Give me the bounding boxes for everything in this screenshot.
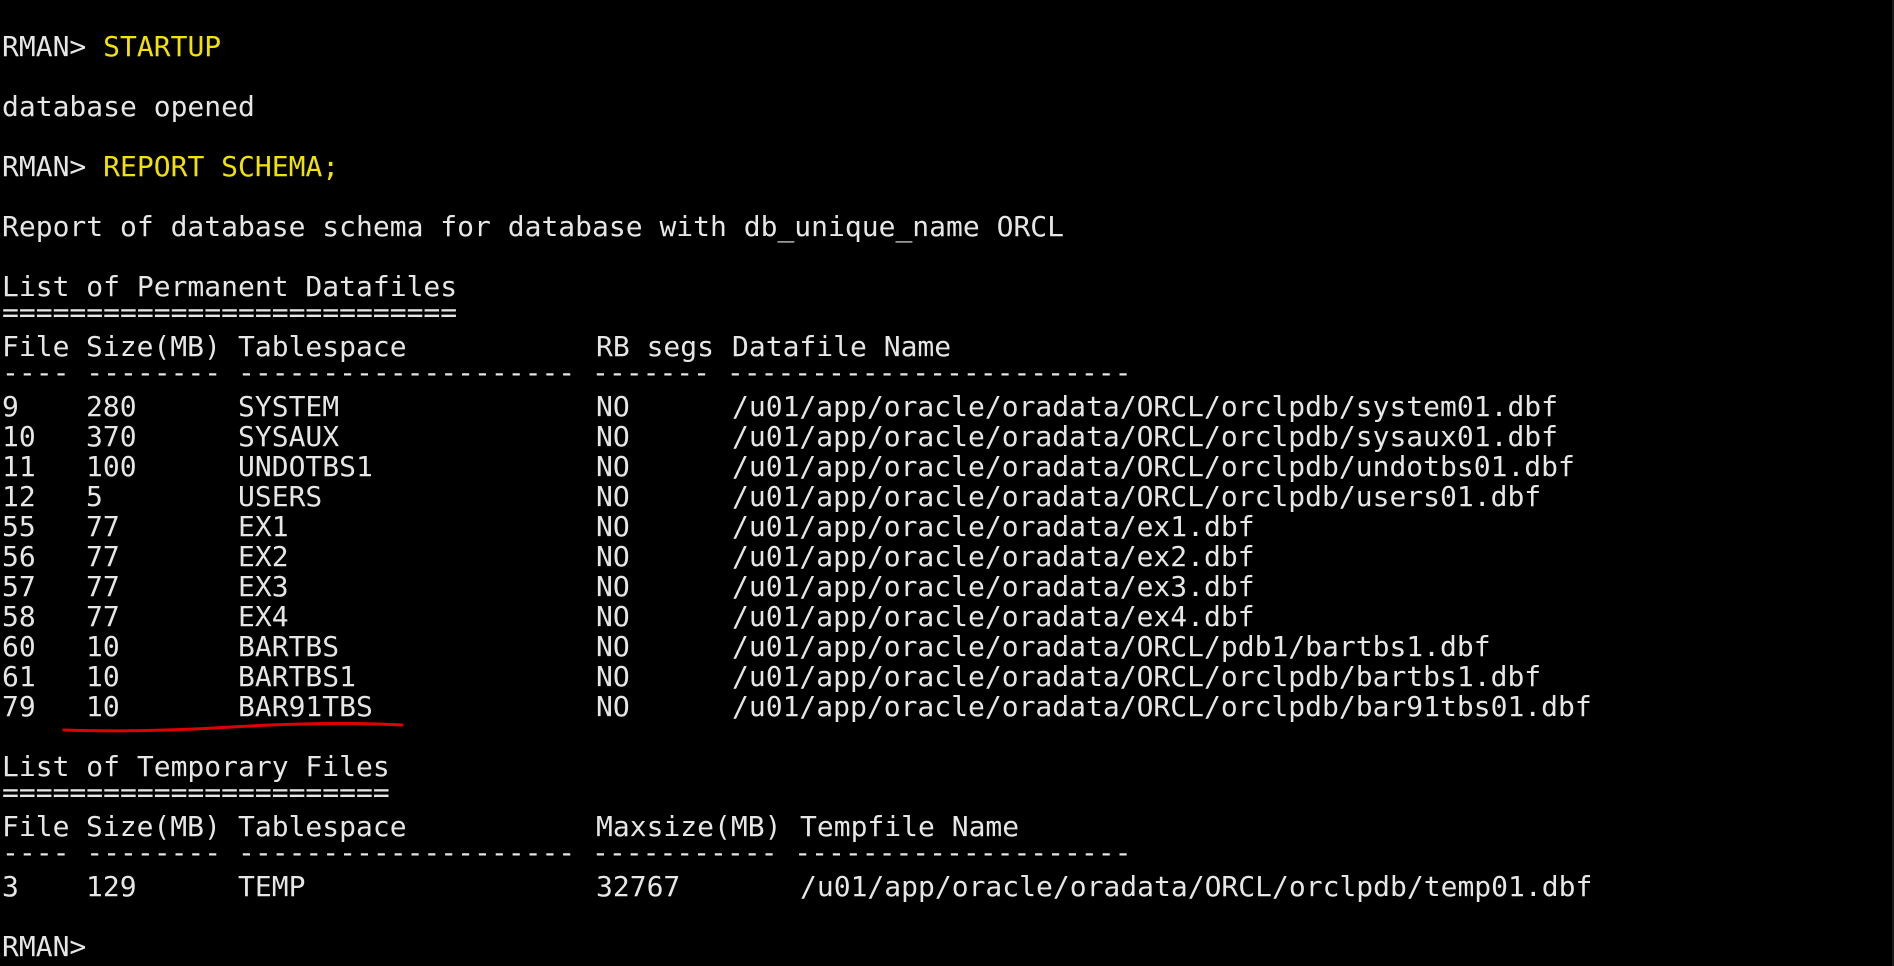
cell-rb-segs: NO (596, 600, 630, 633)
cell-file: 12 (2, 480, 36, 513)
cell-size-mb: 77 (86, 570, 120, 603)
cell-datafile-name: /u01/app/oracle/oradata/ex3.dbf (732, 570, 1255, 603)
header-tablespace: Tablespace (238, 330, 407, 363)
cell-rb-segs: NO (596, 690, 630, 723)
command-startup: STARTUP (103, 30, 222, 63)
cell-size-mb: 10 (86, 660, 120, 693)
cell-tablespace: EX2 (238, 540, 289, 573)
cell-file: 56 (2, 540, 36, 573)
header-datafile-name: Datafile Name (732, 330, 952, 363)
cell-tablespace: TEMP (238, 870, 306, 903)
cell-tablespace: BARTBS (238, 630, 340, 663)
cell-size-mb: 5 (86, 480, 103, 513)
temporary-section-title: List of Temporary Files (2, 750, 390, 783)
cell-tablespace: EX1 (238, 510, 289, 543)
cell-tablespace: EX4 (238, 600, 289, 633)
cell-datafile-name: /u01/app/oracle/oradata/ORCL/orclpdb/und… (732, 450, 1575, 483)
header-tempfile-name: Tempfile Name (800, 810, 1020, 843)
header-rb-segs: RB segs (596, 330, 715, 363)
cell-file: 9 (2, 390, 19, 423)
cell-datafile-name: /u01/app/oracle/oradata/ORCL/orclpdb/bar… (732, 660, 1542, 693)
cell-tablespace: UNDOTBS1 (238, 450, 373, 483)
cell-file: 61 (2, 660, 36, 693)
rman-prompt: RMAN> (2, 30, 104, 63)
header-file: File (2, 330, 70, 363)
cell-rb-segs: NO (596, 570, 630, 603)
cell-file: 58 (2, 600, 36, 633)
cell-tablespace: EX3 (238, 570, 289, 603)
temporary-title-rule: ======================= (2, 786, 390, 800)
cell-size-mb: 129 (86, 870, 137, 903)
header-maxsize-mb: Maxsize(MB) (596, 810, 782, 843)
cell-tempfile-name: /u01/app/oracle/oradata/ORCL/orclpdb/tem… (800, 870, 1593, 903)
command-report-schema: REPORT SCHEMA; (103, 150, 340, 183)
cell-datafile-name: /u01/app/oracle/oradata/ex2.dbf (732, 540, 1255, 573)
cell-size-mb: 77 (86, 540, 120, 573)
permanent-section-title: List of Permanent Datafiles (2, 270, 458, 303)
cell-maxsize-mb: 32767 (596, 870, 681, 903)
cell-size-mb: 77 (86, 600, 120, 633)
cell-datafile-name: /u01/app/oracle/oradata/ORCL/orclpdb/sys… (732, 420, 1559, 453)
cell-tablespace: BARTBS1 (238, 660, 357, 693)
cell-datafile-name: /u01/app/oracle/oradata/ORCL/orclpdb/bar… (732, 690, 1592, 723)
command-line-startup: RMAN> STARTUP (2, 32, 221, 62)
cell-file: 60 (2, 630, 36, 663)
cell-rb-segs: NO (596, 630, 630, 663)
cell-rb-segs: NO (596, 390, 630, 423)
cell-datafile-name: /u01/app/oracle/oradata/ORCL/pdb1/bartbs… (732, 630, 1491, 663)
cell-rb-segs: NO (596, 450, 630, 483)
header-file: File (2, 810, 70, 843)
output-database-opened: database opened (2, 90, 255, 123)
header-size-mb: Size(MB) (86, 330, 221, 363)
cell-size-mb: 100 (86, 450, 137, 483)
header-size-mb: Size(MB) (86, 810, 221, 843)
cell-datafile-name: /u01/app/oracle/oradata/ORCL/orclpdb/use… (732, 480, 1542, 513)
cell-datafile-name: /u01/app/oracle/oradata/ORCL/orclpdb/sys… (732, 390, 1559, 423)
cell-size-mb: 370 (86, 420, 137, 453)
cell-file: 57 (2, 570, 36, 603)
cell-size-mb: 77 (86, 510, 120, 543)
report-title: Report of database schema for database w… (2, 210, 1065, 243)
command-line-report-schema: RMAN> REPORT SCHEMA; (2, 152, 339, 182)
cell-datafile-name: /u01/app/oracle/oradata/ex1.dbf (732, 510, 1255, 543)
cell-rb-segs: NO (596, 540, 630, 573)
cell-rb-segs: NO (596, 420, 630, 453)
rman-prompt: RMAN> (2, 150, 104, 183)
cell-rb-segs: NO (596, 510, 630, 543)
cell-file: 3 (2, 870, 19, 903)
cell-datafile-name: /u01/app/oracle/oradata/ex4.dbf (732, 600, 1255, 633)
permanent-header-rule: ---- -------- -------------------- -----… (2, 366, 1131, 380)
cell-size-mb: 280 (86, 390, 137, 423)
cell-rb-segs: NO (596, 660, 630, 693)
terminal-window[interactable]: RMAN> STARTUP database opened RMAN> REPO… (0, 0, 1894, 966)
cell-size-mb: 10 (86, 630, 120, 663)
temporary-header-rule: ---- -------- -------------------- -----… (2, 846, 1131, 860)
cell-tablespace: SYSTEM (238, 390, 340, 423)
cell-file: 11 (2, 450, 36, 483)
cell-rb-segs: NO (596, 480, 630, 513)
final-prompt[interactable]: RMAN> (2, 932, 86, 962)
cell-file: 10 (2, 420, 36, 453)
red-underline-annotation (62, 722, 404, 733)
permanent-title-rule: =========================== (2, 306, 457, 320)
cell-file: 55 (2, 510, 36, 543)
cell-tablespace: SYSAUX (238, 420, 340, 453)
cell-file: 79 (2, 690, 36, 723)
header-tablespace: Tablespace (238, 810, 407, 843)
cell-tablespace: USERS (238, 480, 323, 513)
